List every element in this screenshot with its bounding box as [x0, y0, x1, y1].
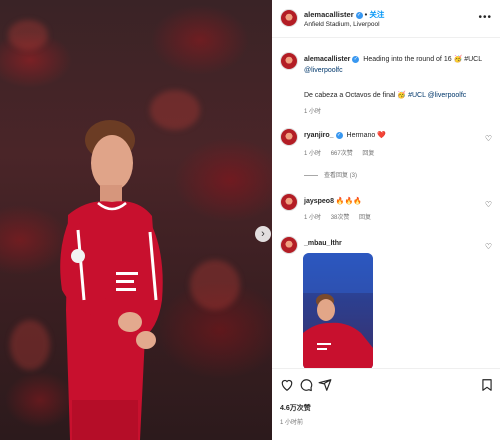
caption-spanish: De cabeza a Octavos de final 🥳 #UCL @liv…: [304, 90, 484, 101]
action-bar: 4.6万次赞 1 小时前: [272, 368, 500, 440]
more-options-icon[interactable]: •••: [478, 12, 492, 23]
comment-username[interactable]: ryanjiro_: [304, 132, 334, 139]
send-icon[interactable]: [318, 378, 332, 392]
separator: •: [364, 10, 368, 19]
caption-mention[interactable]: @liverpoolfc: [304, 67, 343, 74]
author-username[interactable]: alemacallister: [304, 10, 354, 19]
caption-time: 1 小时: [304, 109, 322, 115]
bookmark-icon[interactable]: [480, 378, 494, 392]
comment-like-icon[interactable]: ♡: [485, 242, 492, 251]
avatar[interactable]: [280, 193, 298, 211]
caption-line2: De cabeza a Octavos de final 🥳: [304, 92, 407, 99]
caption-text: alemacallister ✓ Heading into the round o…: [304, 54, 484, 76]
comment-body: 🔥🔥🔥: [335, 198, 363, 205]
comment-reply[interactable]: 回复: [359, 215, 371, 221]
comment-meta: 1 小时 667次赞 回复: [304, 148, 382, 157]
avatar[interactable]: [280, 52, 298, 70]
comment-time: 1 小时: [304, 215, 322, 221]
caption-line1: Heading into the round of 16 🥳 #UCL: [363, 56, 482, 63]
comment-username[interactable]: _mbau_lthr: [304, 240, 342, 247]
comment-like-icon[interactable]: ♡: [485, 200, 492, 209]
location-link[interactable]: Anfield Stadium, Liverpool: [304, 21, 380, 28]
post-sidebar: alemacallister ✓ • 关注 Anfield Stadium, Liv…: [272, 0, 500, 440]
avatar[interactable]: [280, 9, 298, 27]
comment-body: Hermano ❤️: [346, 132, 386, 139]
post-header: alemacallister ✓ • 关注 Anfield Stadium, Liv…: [272, 0, 500, 38]
caption-tags[interactable]: #UCL @liverpoolfc: [408, 92, 466, 99]
likes-count[interactable]: 4.6万次赞: [280, 403, 311, 413]
comments-list: alemacallister ✓ Heading into the round o…: [272, 38, 500, 368]
avatar[interactable]: [280, 236, 298, 254]
comment-icon[interactable]: [299, 378, 313, 392]
caption-username[interactable]: alemacallister: [304, 56, 350, 63]
follow-button[interactable]: 关注: [369, 10, 384, 19]
caption-meta: 1 小时: [304, 106, 329, 115]
player-figure: [60, 120, 163, 440]
avatar[interactable]: [280, 128, 298, 146]
comment-likes[interactable]: 667次赞: [331, 151, 353, 157]
comment-text: ryanjiro_ ✓ Hermano ❤️: [304, 130, 484, 141]
comment-text: jayspeo8 🔥🔥🔥: [304, 196, 484, 207]
comment-like-icon[interactable]: ♡: [485, 134, 492, 143]
heart-icon[interactable]: [280, 378, 294, 392]
verified-icon: ✓: [352, 55, 360, 63]
post-photo: ›: [0, 0, 272, 440]
view-replies-button[interactable]: 查看回复 (3): [304, 170, 357, 179]
comment-gif[interactable]: [303, 253, 373, 368]
comment-likes[interactable]: 38次赞: [331, 215, 350, 221]
verified-icon: ✓: [355, 11, 363, 19]
comment-time: 1 小时: [304, 151, 322, 157]
verified-icon: ✓: [335, 131, 343, 139]
comment-text: _mbau_lthr: [304, 238, 484, 249]
comment-meta: 1 小时 38次赞 回复: [304, 212, 379, 221]
comment-reply[interactable]: 回复: [362, 151, 374, 157]
comment-username[interactable]: jayspeo8: [304, 198, 334, 205]
post-author: alemacallister ✓ • 关注: [304, 9, 384, 20]
gif-image: [303, 253, 373, 368]
post-time: 1 小时前: [280, 420, 304, 426]
next-photo-button[interactable]: ›: [255, 226, 271, 242]
